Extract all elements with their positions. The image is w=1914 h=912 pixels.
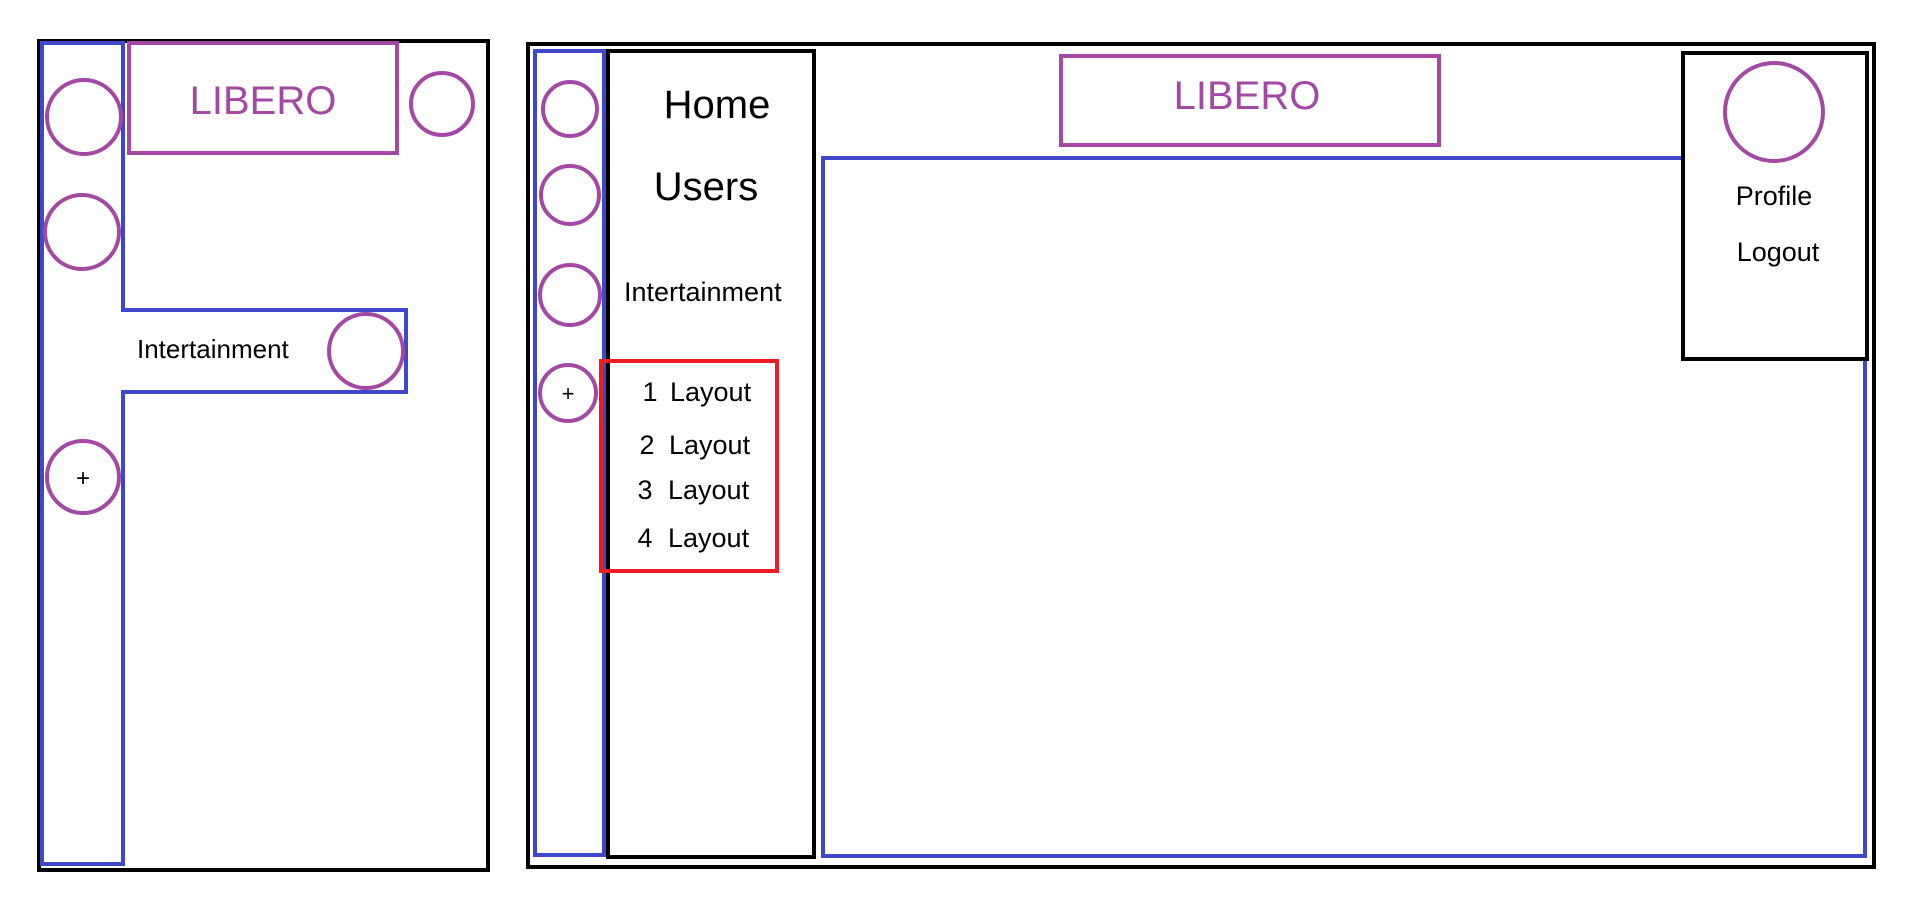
layout-label[interactable]: Layout [668, 475, 750, 505]
desktop-wireframe: + Home Users Intertainment 1 Layout 2 La… [526, 42, 1876, 869]
mobile-frame [37, 39, 490, 872]
mobile-logo-text: LIBERO [190, 79, 337, 123]
layout-number[interactable]: 2 [639, 430, 654, 460]
layout-number[interactable]: 4 [637, 523, 652, 553]
mobile-users-icon[interactable] [43, 193, 121, 271]
mobile-wireframe: LIBERO Intertainment + [37, 39, 490, 872]
desktop-users-icon[interactable] [539, 164, 601, 226]
layout-label[interactable]: Layout [668, 523, 750, 553]
desktop-home-icon[interactable] [541, 80, 599, 138]
layout-list: 1 Layout 2 Layout 3 Layout 4 Layout [637, 377, 751, 553]
layout-label[interactable]: Layout [669, 430, 751, 460]
desktop-icon-rail [533, 49, 606, 857]
mobile-entertainment-icon[interactable] [327, 312, 405, 390]
layout-label[interactable]: Layout [670, 377, 752, 407]
mobile-profile-icon[interactable] [409, 71, 475, 137]
mobile-add-symbol: + [76, 465, 90, 492]
logout-menu-item[interactable]: Logout [1737, 237, 1820, 267]
layout-number[interactable]: 3 [637, 475, 652, 505]
mobile-sidebar-rail [40, 41, 408, 866]
nav-item-entertainment[interactable]: Intertainment [624, 277, 782, 307]
nav-item-home[interactable]: Home [664, 83, 771, 127]
nav-item-users[interactable]: Users [654, 165, 758, 209]
mobile-home-icon[interactable] [45, 78, 123, 156]
wireframe-canvas: LIBERO Intertainment + + Home Users Inte… [37, 39, 1876, 872]
layout-number[interactable]: 1 [642, 377, 657, 407]
profile-menu-item[interactable]: Profile [1736, 181, 1813, 211]
mobile-entertainment-label[interactable]: Intertainment [137, 334, 290, 364]
desktop-add-symbol: + [562, 381, 575, 406]
desktop-entertainment-icon[interactable] [538, 263, 602, 327]
desktop-logo-text: LIBERO [1174, 74, 1321, 118]
